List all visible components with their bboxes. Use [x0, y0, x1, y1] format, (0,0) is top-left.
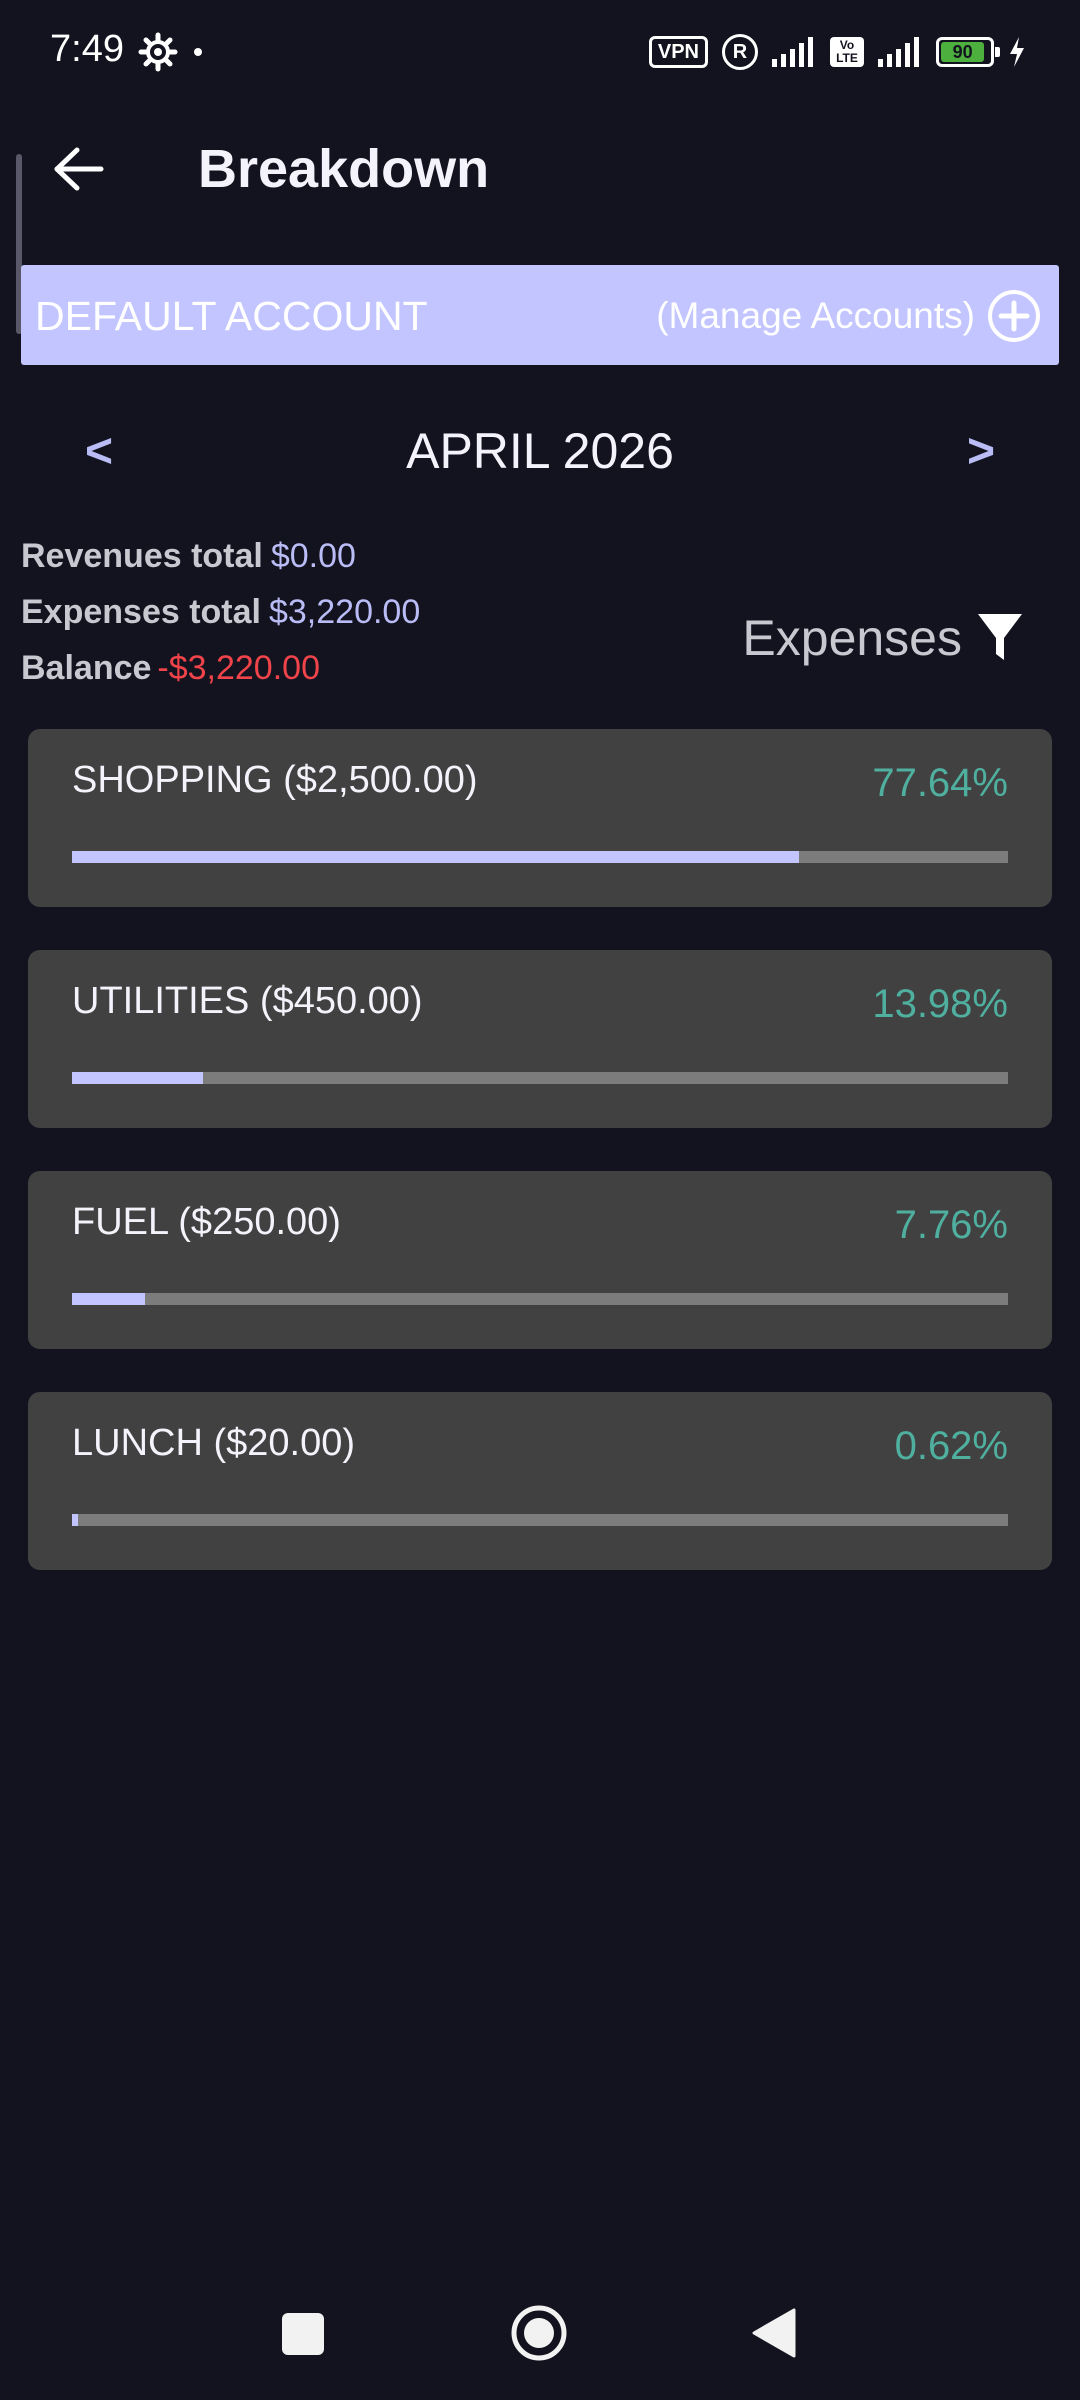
category-percent: 13.98%: [872, 982, 1008, 1026]
battery-tip: [995, 47, 1000, 57]
category-percent: 0.62%: [894, 1424, 1008, 1468]
category-progress-fill: [72, 1293, 145, 1305]
filter-label: Expenses: [742, 610, 962, 666]
filter-funnel-icon: [978, 614, 1022, 660]
page-title: Breakdown: [198, 139, 490, 199]
expenses-total-row: Expenses total $3,220.00: [21, 586, 420, 642]
balance-value: -$3,220.00: [157, 649, 320, 687]
back-button[interactable]: [34, 124, 124, 214]
status-bar: 7:49 VPN R Vo LTE 90: [0, 0, 1080, 104]
category-name: UTILITIES ($450.00): [72, 980, 423, 1022]
system-navigation-bar: [0, 2280, 1080, 2400]
vpn-icon: VPN: [648, 36, 708, 68]
category-progress-fill: [72, 851, 799, 863]
status-icons: VPN R Vo LTE 90: [648, 32, 1026, 72]
category-progress-fill: [72, 1072, 203, 1084]
account-bar[interactable]: DEFAULT ACCOUNT (Manage Accounts): [21, 265, 1059, 365]
category-progress-track: [72, 851, 1008, 863]
category-card-lunch[interactable]: LUNCH ($20.00) 0.62%: [28, 1392, 1052, 1570]
category-card-utilities[interactable]: UTILITIES ($450.00) 13.98%: [28, 950, 1052, 1128]
category-progress-fill: [72, 1514, 78, 1526]
account-name: DEFAULT ACCOUNT: [35, 293, 428, 339]
arrow-left-icon: [54, 147, 104, 191]
volte-bottom-label: LTE: [836, 51, 858, 65]
app-bar: Breakdown: [0, 104, 1080, 234]
square-recent-apps-icon[interactable]: [282, 2313, 324, 2355]
plus-circle-icon[interactable]: [987, 289, 1041, 343]
category-percent: 7.76%: [894, 1203, 1008, 1247]
expenses-total-value: $3,220.00: [268, 593, 421, 631]
battery-icon: 90: [936, 37, 1000, 67]
category-card-fuel[interactable]: FUEL ($250.00) 7.76%: [28, 1171, 1052, 1349]
triangle-back-icon[interactable]: [752, 2308, 796, 2358]
totals-summary: Revenues total $0.00 Expenses total $3,220…: [21, 530, 420, 698]
revenues-total-row: Revenues total $0.00: [21, 530, 420, 586]
category-percent: 77.64%: [872, 761, 1008, 805]
category-progress-track: [72, 1514, 1008, 1526]
month-selector: APRIL 2026 < >: [0, 410, 1080, 500]
charging-bolt-icon: [1010, 37, 1024, 67]
category-progress-track: [72, 1072, 1008, 1084]
balance-label: Balance: [21, 649, 152, 687]
manage-accounts-link[interactable]: (Manage Accounts): [656, 295, 975, 337]
category-progress-track: [72, 1293, 1008, 1305]
battery-level: 90: [941, 42, 985, 62]
screen: 7:49 VPN R Vo LTE 90 Breakdown DEFAULT A…: [0, 0, 1080, 2400]
status-time: 7:49: [50, 28, 124, 70]
category-name: FUEL ($250.00): [72, 1201, 341, 1243]
current-month: APRIL 2026: [406, 423, 674, 479]
expenses-total-label: Expenses total: [21, 593, 261, 631]
revenues-total-label: Revenues total: [21, 537, 263, 575]
type-filter-button[interactable]: Expenses: [742, 606, 1024, 670]
registered-icon: R: [722, 34, 758, 70]
category-name: LUNCH ($20.00): [72, 1422, 355, 1464]
next-month-button[interactable]: >: [956, 424, 1006, 479]
volte-icon: Vo LTE: [830, 37, 864, 67]
circle-home-icon[interactable]: [510, 2304, 568, 2362]
balance-row: Balance -$3,220.00: [21, 642, 420, 698]
category-card-shopping[interactable]: SHOPPING ($2,500.00) 77.64%: [28, 729, 1052, 907]
revenues-total-value: $0.00: [270, 537, 356, 575]
signal-strength-icon: [772, 37, 813, 67]
category-name: SHOPPING ($2,500.00): [72, 759, 478, 801]
signal-strength-2-icon: [878, 37, 919, 67]
settings-gear-icon: [138, 32, 178, 72]
notification-dot-icon: [194, 48, 202, 56]
previous-month-button[interactable]: <: [74, 424, 124, 479]
